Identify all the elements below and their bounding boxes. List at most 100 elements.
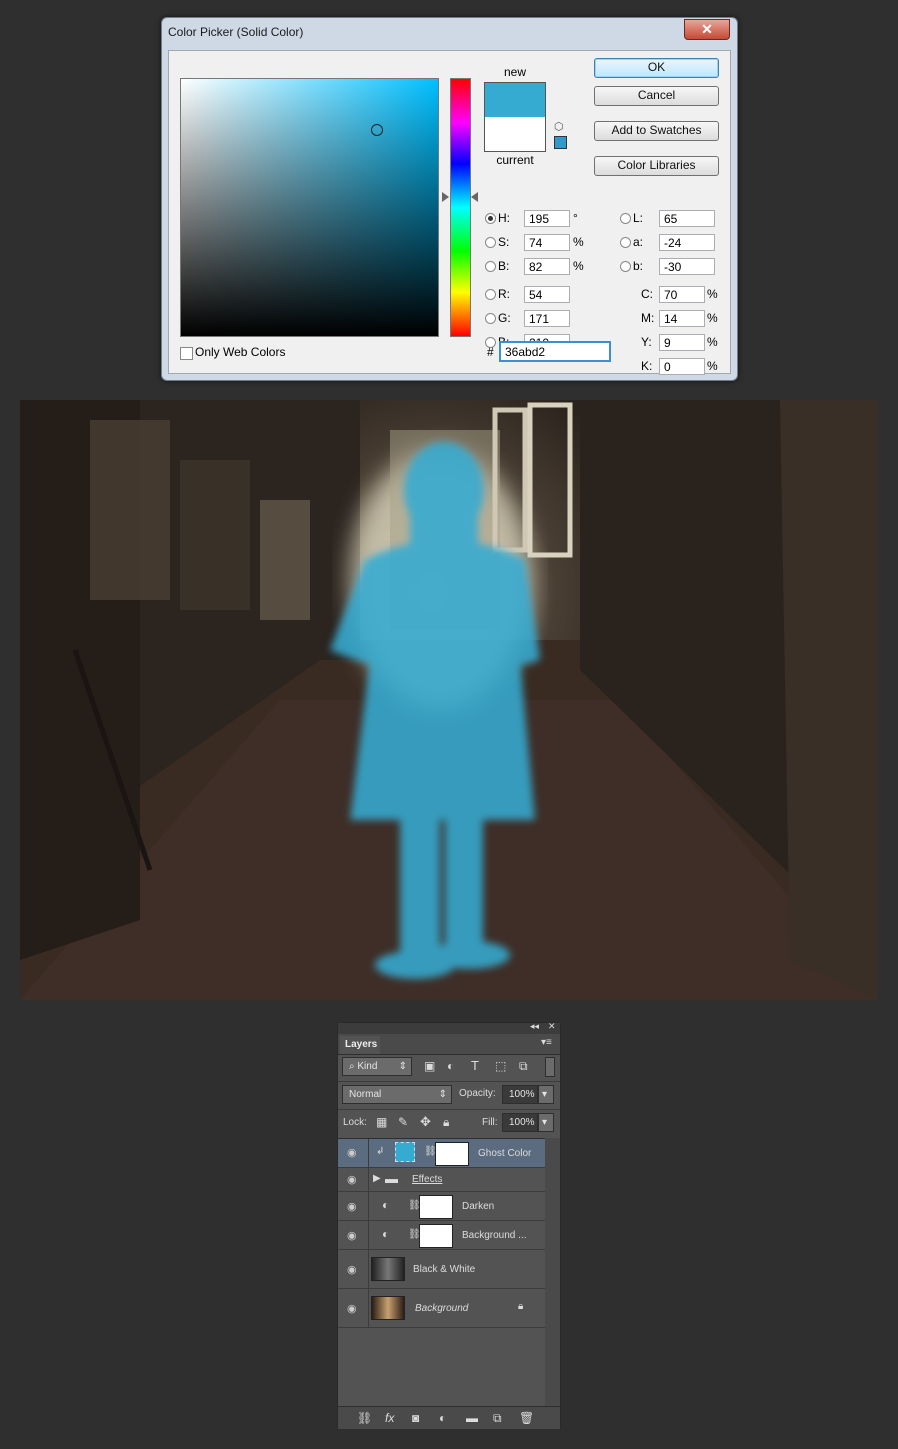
- link-layers-icon[interactable]: ⛓: [357, 1411, 372, 1425]
- current-color-swatch[interactable]: [485, 117, 545, 151]
- eye-icon[interactable]: ◉: [347, 1263, 357, 1276]
- lab-l-label: L:: [633, 211, 644, 225]
- cyan-field[interactable]: 70: [659, 286, 705, 303]
- mask-thumbnail[interactable]: [419, 1195, 453, 1219]
- only-web-colors-checkbox[interactable]: [180, 347, 193, 360]
- layer-row-ghost-color[interactable]: ◉ ↲ ⛓ Ghost Color: [338, 1139, 545, 1168]
- green-field[interactable]: 171: [524, 310, 570, 327]
- document-canvas[interactable]: [20, 400, 878, 1000]
- hue-slider-right-arrow[interactable]: [471, 192, 478, 202]
- layer-row-black-white[interactable]: ◉ Black & White: [338, 1250, 545, 1289]
- fill-dropdown-arrow[interactable]: ▾: [538, 1113, 554, 1132]
- panel-menu-icon[interactable]: ▾≡: [541, 1037, 552, 1048]
- add-to-swatches-button[interactable]: Add to Swatches: [594, 121, 719, 141]
- new-color-swatch: [485, 83, 545, 117]
- hue-slider[interactable]: [450, 78, 471, 337]
- opacity-label: Opacity:: [459, 1088, 496, 1099]
- saturation-field[interactable]: 74: [524, 234, 570, 251]
- ok-button[interactable]: OK: [594, 58, 719, 78]
- fill-thumbnail[interactable]: [395, 1142, 415, 1162]
- blend-mode-dropdown[interactable]: Normal ⇕: [342, 1085, 452, 1104]
- clipping-arrow-icon: ↲: [376, 1146, 385, 1157]
- eye-icon[interactable]: ◉: [347, 1302, 357, 1315]
- adjustment-icon[interactable]: ◐: [382, 1198, 389, 1212]
- color-marker[interactable]: [371, 124, 383, 136]
- yellow-field[interactable]: 9: [659, 334, 705, 351]
- layer-row-darken[interactable]: ◉ ◐ ⛓ Darken: [338, 1192, 545, 1221]
- lab-b-radio[interactable]: [620, 261, 631, 272]
- hue-field[interactable]: 195: [524, 210, 570, 227]
- lock-transparent-icon[interactable]: ▦: [376, 1115, 387, 1129]
- color-libraries-button[interactable]: Color Libraries: [594, 156, 719, 176]
- eye-icon[interactable]: ◉: [347, 1200, 357, 1213]
- filter-kind-dropdown[interactable]: ⌕ Kind ⇕: [342, 1057, 412, 1076]
- saturation-label: S:: [498, 235, 510, 249]
- shape-filter-icon[interactable]: ⬚: [495, 1059, 506, 1073]
- brightness-field[interactable]: 82: [524, 258, 570, 275]
- fx-icon[interactable]: fx: [385, 1411, 394, 1425]
- layer-name: Darken: [462, 1201, 495, 1212]
- layer-row-effects[interactable]: ◉ ▶ ▬ Effects: [338, 1168, 545, 1192]
- layer-thumbnail[interactable]: [371, 1257, 405, 1281]
- cube-icon[interactable]: ⬡: [554, 120, 564, 133]
- cyan-unit: %: [707, 287, 718, 301]
- mask-thumbnail[interactable]: [435, 1142, 469, 1166]
- adjustment-icon[interactable]: ◐: [382, 1227, 389, 1241]
- red-field[interactable]: 54: [524, 286, 570, 303]
- type-filter-icon[interactable]: T: [471, 1058, 479, 1073]
- layer-row-background-adjustment[interactable]: ◉ ◐ ⛓ Background ...: [338, 1221, 545, 1250]
- close-panel-icon[interactable]: ✕: [548, 1021, 556, 1032]
- trash-icon[interactable]: 🗑︎: [519, 1411, 534, 1425]
- lab-l-field[interactable]: 65: [659, 210, 715, 227]
- black-field[interactable]: 0: [659, 358, 705, 375]
- saturation-radio[interactable]: [485, 237, 496, 248]
- hue-radio[interactable]: [485, 213, 496, 224]
- close-button[interactable]: ✕: [684, 19, 730, 40]
- layers-tab[interactable]: Layers: [340, 1036, 380, 1054]
- adjustment-filter-icon[interactable]: ◐: [447, 1059, 454, 1073]
- hex-label: #: [487, 345, 494, 359]
- eye-icon[interactable]: ◉: [347, 1229, 357, 1242]
- lab-b-field[interactable]: -30: [659, 258, 715, 275]
- smart-object-filter-icon[interactable]: ⧉: [519, 1059, 528, 1074]
- opacity-dropdown-arrow[interactable]: ▾: [538, 1085, 554, 1104]
- color-comparison-swatch: [484, 82, 546, 152]
- lock-all-icon[interactable]: 🔒︎: [443, 1115, 449, 1130]
- web-safe-color-swatch[interactable]: [554, 136, 567, 149]
- hue-slider-left-arrow[interactable]: [442, 192, 449, 202]
- layer-list-scrollbar[interactable]: [545, 1138, 560, 1406]
- red-radio[interactable]: [485, 289, 496, 300]
- collapse-icon[interactable]: ◂◂: [530, 1021, 539, 1032]
- magenta-field[interactable]: 14: [659, 310, 705, 327]
- green-radio[interactable]: [485, 313, 496, 324]
- lab-a-field[interactable]: -24: [659, 234, 715, 251]
- layer-row-background[interactable]: ◉ Background 🔒︎: [338, 1289, 545, 1328]
- saturation-brightness-field[interactable]: [180, 78, 439, 337]
- add-mask-icon[interactable]: ◙: [412, 1411, 419, 1425]
- new-adjustment-icon[interactable]: ◐: [439, 1411, 446, 1425]
- dialog-body: new current ⬡ OK Cancel Add to Swatches …: [168, 50, 731, 375]
- brightness-radio[interactable]: [485, 261, 496, 272]
- layer-name: Background: [415, 1303, 469, 1314]
- lab-l-radio[interactable]: [620, 213, 631, 224]
- pixel-filter-icon[interactable]: ▣: [424, 1059, 435, 1073]
- layer-name: Black & White: [413, 1264, 476, 1275]
- mask-thumbnail[interactable]: [419, 1224, 453, 1248]
- filter-toggle-switch[interactable]: [545, 1057, 555, 1077]
- hex-field[interactable]: 36abd2: [499, 341, 611, 362]
- lock-brush-icon[interactable]: ✎: [398, 1115, 408, 1129]
- folder-icon: ▬: [385, 1171, 398, 1186]
- lab-a-radio[interactable]: [620, 237, 631, 248]
- divider: [368, 1168, 369, 1191]
- new-group-icon[interactable]: ▬: [466, 1411, 478, 1425]
- layer-thumbnail[interactable]: [371, 1296, 405, 1320]
- lock-move-icon[interactable]: ✥: [420, 1114, 431, 1130]
- opacity-field[interactable]: 100%: [502, 1085, 538, 1104]
- lock-icon: 🔒︎: [518, 1301, 524, 1312]
- new-layer-icon[interactable]: ⧉: [493, 1411, 502, 1426]
- cancel-button[interactable]: Cancel: [594, 86, 719, 106]
- eye-icon[interactable]: ◉: [347, 1146, 357, 1159]
- fill-field[interactable]: 100%: [502, 1113, 538, 1132]
- eye-icon[interactable]: ◉: [347, 1173, 357, 1186]
- expand-triangle-icon[interactable]: ▶: [373, 1173, 381, 1184]
